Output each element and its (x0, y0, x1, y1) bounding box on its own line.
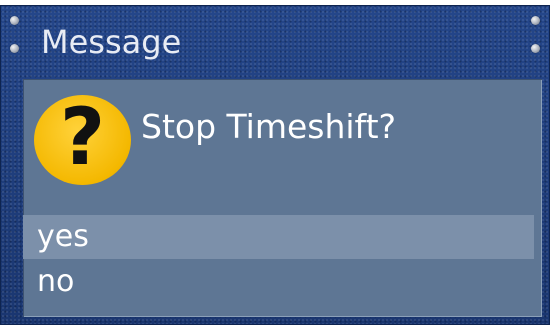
screw-icon (531, 44, 540, 53)
question-mark-glyph: ? (59, 93, 106, 183)
dialog-body: ? Stop Timeshift? yes no (23, 79, 542, 317)
message-dialog: Message ? Stop Timeshift? yes no (0, 5, 550, 325)
question-text: Stop Timeshift? (141, 107, 397, 146)
dialog-title: Message (41, 23, 182, 61)
option-no[interactable]: no (23, 260, 534, 304)
screw-icon (531, 16, 540, 25)
option-yes[interactable]: yes (23, 215, 534, 259)
question-mark-icon: ? (34, 95, 131, 185)
screw-icon (10, 44, 19, 53)
screw-icon (10, 16, 19, 25)
